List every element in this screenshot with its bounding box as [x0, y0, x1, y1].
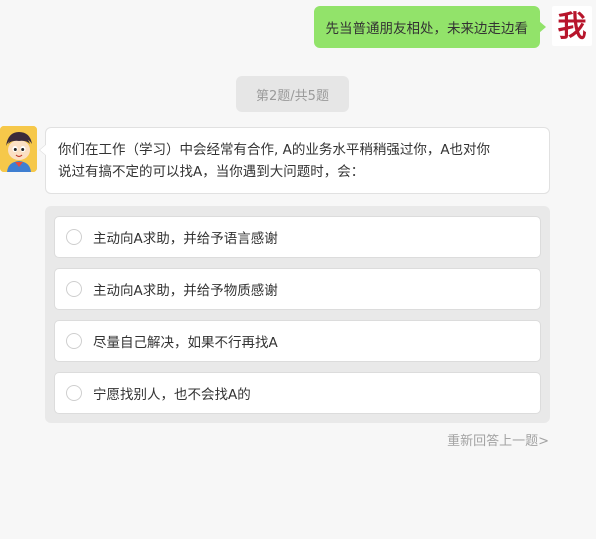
option-3[interactable]: 尽量自己解决，如果不行再找A — [54, 320, 541, 362]
user-avatar: 我 — [552, 6, 592, 46]
cartoon-boy-icon — [0, 126, 37, 172]
question-bubble: 你们在工作（学习）中会经常有合作, A的业务水平稍稍强过你，A也对你 说过有搞不… — [39, 127, 550, 194]
option-1[interactable]: 主动向A求助，并给予语言感谢 — [54, 216, 541, 258]
user-message-row: 先当普通朋友相处，未来边走边看 我 — [313, 6, 592, 48]
bot-avatar — [0, 126, 37, 172]
option-label: 宁愿找别人，也不会找A的 — [93, 387, 251, 403]
options-panel: 主动向A求助，并给予语言感谢 主动向A求助，并给予物质感谢 尽量自己解决，如果不… — [45, 206, 550, 423]
option-2[interactable]: 主动向A求助，并给予物质感谢 — [54, 268, 541, 310]
redo-previous-question-link[interactable]: 重新回答上一题> — [447, 430, 549, 449]
user-message-bubble: 先当普通朋友相处，未来边走边看 — [313, 6, 546, 48]
question-progress: 第2题/共5题 — [236, 76, 349, 112]
radio-icon[interactable] — [66, 385, 82, 401]
radio-icon[interactable] — [66, 281, 82, 297]
radio-icon[interactable] — [66, 333, 82, 349]
option-label: 主动向A求助，并给予物质感谢 — [93, 283, 278, 299]
option-4[interactable]: 宁愿找别人，也不会找A的 — [54, 372, 541, 414]
radio-icon[interactable] — [66, 229, 82, 245]
option-label: 主动向A求助，并给予语言感谢 — [93, 231, 278, 247]
option-label: 尽量自己解决，如果不行再找A — [93, 335, 278, 351]
question-text-line-1: 你们在工作（学习）中会经常有合作, A的业务水平稍稍强过你，A也对你 — [58, 142, 491, 158]
question-text-line-2: 说过有搞不定的可以找A，当你遇到大问题时，会： — [58, 164, 365, 180]
